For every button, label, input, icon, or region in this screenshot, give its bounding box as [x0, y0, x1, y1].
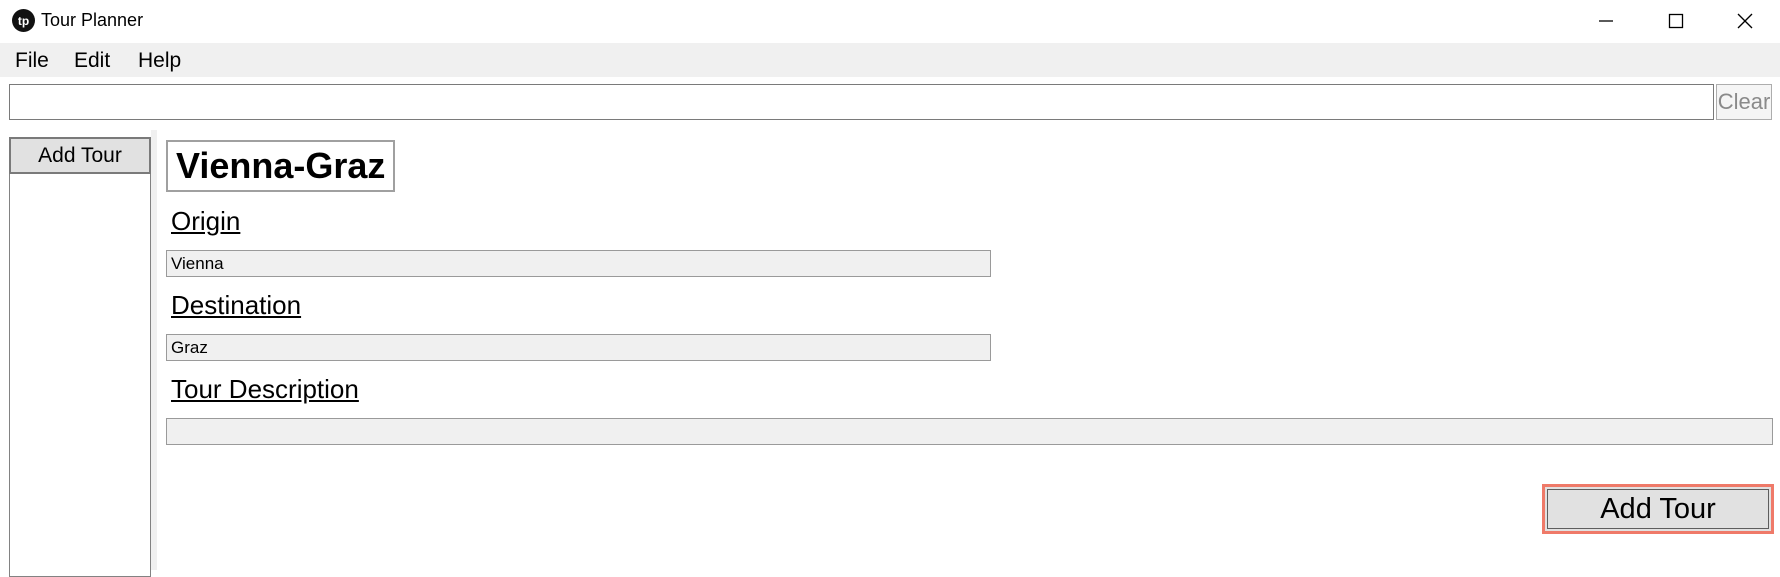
add-tour-button-label: Add Tour: [1600, 492, 1716, 525]
close-icon: [1737, 13, 1753, 29]
tour-name-field[interactable]: Vienna-Graz: [166, 140, 396, 192]
add-tour-button[interactable]: Add Tour: [1542, 484, 1774, 534]
close-button[interactable]: [1710, 0, 1780, 42]
window-title: Tour Planner: [41, 10, 144, 30]
destination-field[interactable]: Graz: [166, 334, 991, 361]
maximize-button[interactable]: [1641, 0, 1711, 42]
clear-button[interactable]: Clear: [1716, 84, 1772, 120]
menu-edit[interactable]: Edit: [74, 49, 110, 73]
description-field[interactable]: [166, 418, 1773, 445]
menu-help[interactable]: Help: [138, 49, 181, 73]
description-label: Tour Description: [171, 374, 359, 404]
sidebar-add-tour-button[interactable]: Add Tour: [9, 137, 151, 174]
destination-label: Destination: [171, 290, 302, 320]
origin-field[interactable]: Vienna: [166, 250, 991, 277]
maximize-icon: [1668, 13, 1684, 29]
search-input[interactable]: [9, 84, 1714, 120]
minimize-icon: [1599, 20, 1613, 22]
app-logo-icon: tp: [12, 9, 35, 32]
menu-bar: File Edit Help: [0, 43, 1780, 77]
pane-splitter[interactable]: [151, 130, 157, 570]
origin-label: Origin: [171, 206, 241, 236]
minimize-button[interactable]: [1571, 0, 1641, 42]
tour-list[interactable]: [9, 137, 151, 577]
title-bar: tp Tour Planner: [0, 0, 1780, 42]
menu-file[interactable]: File: [15, 49, 49, 73]
